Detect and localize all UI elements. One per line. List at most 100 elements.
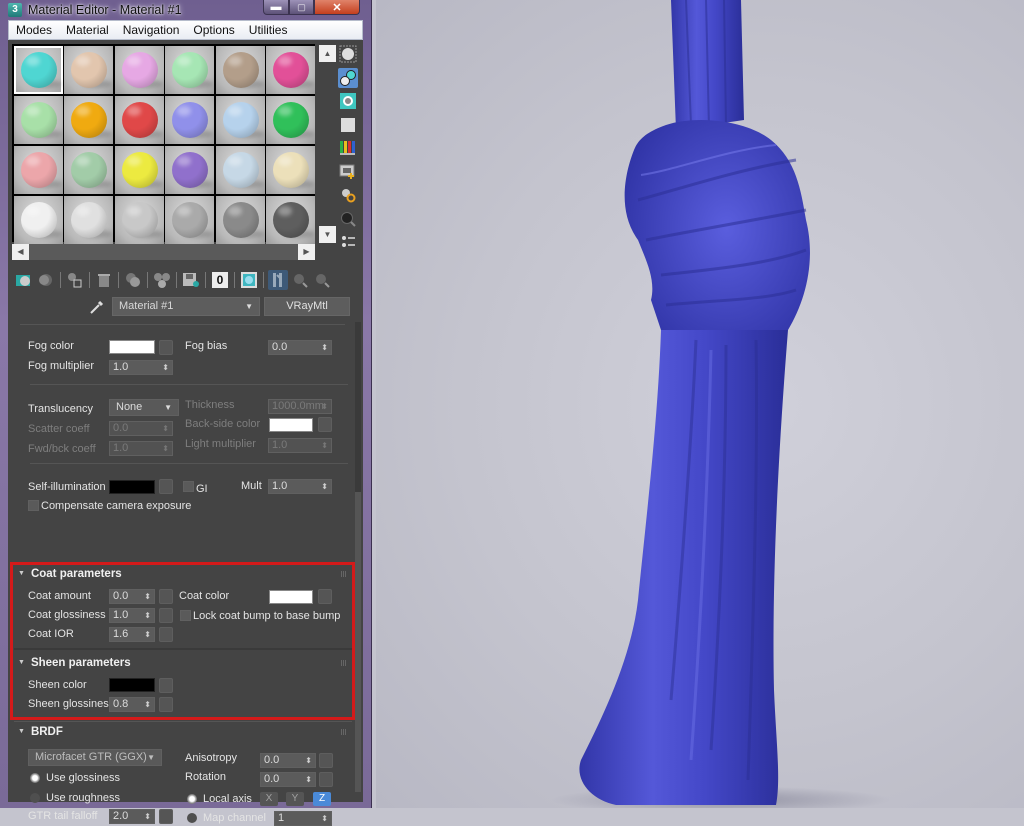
menu-utilities[interactable]: Utilities bbox=[242, 23, 295, 37]
sample-slot[interactable] bbox=[13, 195, 63, 244]
scatter-coeff-spinner[interactable]: 0.0 ⬍ bbox=[109, 421, 173, 436]
sample-slot[interactable] bbox=[165, 45, 214, 94]
gtr-tail-falloff-map-button[interactable] bbox=[159, 809, 173, 824]
sample-slot[interactable] bbox=[266, 45, 315, 94]
sample-slot[interactable] bbox=[114, 45, 164, 94]
anisotropy-map-button[interactable] bbox=[319, 753, 333, 768]
compensate-camera-exposure-checkbox[interactable] bbox=[28, 500, 39, 511]
backlight-icon bbox=[340, 69, 356, 86]
options-button[interactable] bbox=[338, 185, 358, 205]
gi-checkbox[interactable] bbox=[183, 481, 194, 492]
sample-slot[interactable] bbox=[13, 145, 63, 194]
map-channel-spinner[interactable]: 1 ⬍ bbox=[274, 811, 332, 826]
sample-slot[interactable] bbox=[64, 45, 113, 94]
brdf-type-dropdown[interactable]: Microfacet GTR (GGX) ▼ bbox=[28, 749, 162, 766]
rotation-spinner[interactable]: 0.0 ⬍ bbox=[260, 772, 316, 787]
sample-type-button[interactable] bbox=[338, 44, 358, 64]
show-end-result-button[interactable] bbox=[268, 270, 288, 290]
use-glossiness-radio[interactable] bbox=[30, 773, 40, 783]
save-material-button[interactable] bbox=[181, 270, 201, 290]
use-roughness-radio[interactable] bbox=[30, 793, 40, 803]
menu-modes[interactable]: Modes bbox=[9, 23, 59, 37]
sample-slot[interactable] bbox=[266, 195, 315, 244]
slots-scroll-up-button[interactable]: ▲ bbox=[319, 45, 336, 62]
reset-map-button[interactable] bbox=[94, 270, 114, 290]
material-type-button[interactable]: VRayMtl bbox=[264, 297, 350, 316]
put-to-scene-button[interactable] bbox=[36, 270, 56, 290]
go-forward-to-sibling-button[interactable] bbox=[312, 270, 332, 290]
video-color-check-button[interactable] bbox=[338, 138, 358, 158]
sample-slot[interactable] bbox=[165, 195, 214, 244]
show-shaded-material-button[interactable] bbox=[239, 270, 259, 290]
go-to-parent-button[interactable] bbox=[290, 270, 310, 290]
local-axis-radio[interactable] bbox=[187, 794, 197, 804]
title-bar[interactable]: 3 Material Editor - Material #1 ▬ ▢ ✕ bbox=[0, 0, 372, 19]
backside-color-swatch[interactable] bbox=[269, 418, 313, 432]
panel-scrollbar-thumb[interactable] bbox=[355, 492, 361, 792]
thickness-spinner[interactable]: 1000.0mm ⬍ bbox=[268, 399, 332, 414]
eyedropper-icon[interactable] bbox=[88, 298, 106, 316]
close-button[interactable]: ✕ bbox=[314, 0, 360, 15]
sample-slot[interactable] bbox=[114, 195, 164, 244]
axis-x-button[interactable]: X bbox=[260, 792, 278, 806]
translucency-dropdown[interactable]: None ▼ bbox=[109, 399, 179, 416]
select-by-material-button[interactable] bbox=[338, 209, 358, 229]
sample-slot[interactable] bbox=[64, 145, 113, 194]
slots-scroll-down-button[interactable]: ▼ bbox=[319, 226, 336, 243]
slots-vertical-scrollbar[interactable] bbox=[319, 62, 336, 226]
self-illumination-color-swatch[interactable] bbox=[109, 480, 155, 494]
menu-navigation[interactable]: Navigation bbox=[116, 23, 187, 37]
menu-options[interactable]: Options bbox=[186, 23, 241, 37]
material-sphere-preview bbox=[71, 151, 107, 188]
map-channel-radio[interactable] bbox=[187, 813, 197, 823]
minimize-button[interactable]: ▬ bbox=[263, 0, 289, 15]
fog-bias-spinner[interactable]: 0.0 ⬍ bbox=[268, 340, 332, 355]
menu-material[interactable]: Material bbox=[59, 23, 116, 37]
sample-slot[interactable] bbox=[165, 145, 214, 194]
sample-slot[interactable] bbox=[165, 95, 214, 144]
sample-slot[interactable] bbox=[114, 95, 164, 144]
material-name-dropdown[interactable]: Material #1 ▼ bbox=[112, 297, 260, 316]
sample-slot[interactable] bbox=[64, 195, 113, 244]
axis-z-button[interactable]: Z bbox=[313, 792, 331, 806]
material-name-value: Material #1 bbox=[119, 300, 174, 312]
backside-color-map-button[interactable] bbox=[318, 417, 332, 432]
slots-horizontal-scrollbar[interactable]: ◀ ▶ bbox=[12, 244, 315, 260]
assign-to-selection-button[interactable] bbox=[65, 270, 85, 290]
self-illumination-mult-spinner[interactable]: 1.0 ⬍ bbox=[268, 479, 332, 494]
brdf-rollout-header[interactable]: ▼ BRDF bbox=[16, 726, 351, 744]
material-map-navigator-button[interactable] bbox=[338, 232, 358, 252]
sample-slot[interactable] bbox=[215, 195, 265, 244]
sample-slot[interactable] bbox=[266, 145, 315, 194]
light-multiplier-spinner[interactable]: 1.0 ⬍ bbox=[268, 438, 332, 453]
sample-uv-tiling-button[interactable] bbox=[338, 115, 358, 135]
slots-scroll-right-button[interactable]: ▶ bbox=[298, 244, 315, 260]
maximize-button[interactable]: ▢ bbox=[289, 0, 314, 15]
material-id-channel-button[interactable]: 0 bbox=[210, 270, 230, 290]
slots-scroll-left-button[interactable]: ◀ bbox=[12, 244, 29, 260]
sample-slot[interactable] bbox=[13, 95, 63, 144]
background-button[interactable] bbox=[338, 91, 358, 111]
gtr-tail-falloff-spinner[interactable]: 2.0 ⬍ bbox=[109, 809, 155, 824]
sample-slot[interactable] bbox=[215, 95, 265, 144]
fog-color-map-button[interactable] bbox=[159, 340, 173, 355]
axis-y-button[interactable]: Y bbox=[286, 792, 304, 806]
fwd-bck-coeff-spinner[interactable]: 1.0 ⬍ bbox=[109, 441, 173, 456]
backlight-button[interactable] bbox=[338, 67, 358, 88]
sample-slot[interactable] bbox=[266, 95, 315, 144]
sample-slot[interactable] bbox=[215, 145, 265, 194]
sample-slot[interactable] bbox=[64, 95, 113, 144]
sample-slot[interactable] bbox=[215, 45, 265, 94]
put-to-library-button[interactable] bbox=[152, 270, 172, 290]
make-preview-button[interactable] bbox=[338, 162, 358, 182]
fog-color-swatch[interactable] bbox=[109, 340, 155, 354]
sample-slot[interactable] bbox=[114, 145, 164, 194]
self-illumination-map-button[interactable] bbox=[159, 479, 173, 494]
get-material-button[interactable] bbox=[14, 270, 34, 290]
panel-scrollbar[interactable] bbox=[355, 322, 361, 792]
fog-multiplier-spinner[interactable]: 1.0 ⬍ bbox=[109, 360, 173, 375]
make-unique-button[interactable] bbox=[123, 270, 143, 290]
anisotropy-spinner[interactable]: 0.0 ⬍ bbox=[260, 753, 316, 768]
rotation-map-button[interactable] bbox=[319, 772, 333, 787]
sample-slot[interactable] bbox=[13, 45, 63, 94]
